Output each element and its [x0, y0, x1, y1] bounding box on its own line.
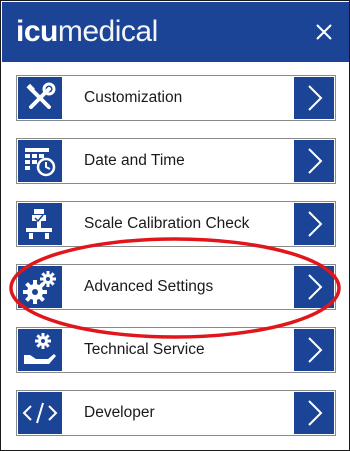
header-bar: icumedical	[2, 2, 349, 62]
menu-item-label: Date and Time	[84, 152, 185, 169]
chevron-right-icon[interactable]	[294, 266, 334, 308]
menu-item-developer[interactable]: Developer	[16, 390, 336, 436]
menu-item-technical-service[interactable]: Technical Service	[16, 327, 336, 373]
gears-icon	[18, 266, 62, 308]
chevron-right-icon[interactable]	[294, 77, 334, 119]
menu-item-advanced-settings[interactable]: Advanced Settings	[16, 264, 336, 310]
code-icon	[18, 392, 62, 434]
settings-panel: icumedical Customization Date and Time S…	[0, 0, 350, 451]
hand-gear-icon	[18, 329, 62, 371]
calendar-clock-icon	[18, 140, 62, 182]
menu-item-label: Scale Calibration Check	[84, 215, 250, 232]
chevron-right-icon[interactable]	[294, 392, 334, 434]
logo-light-text: medical	[57, 15, 158, 48]
menu-item-label: Customization	[84, 89, 183, 106]
menu-item-scale-calibration-check[interactable]: Scale Calibration Check	[16, 201, 336, 247]
menu-item-label: Technical Service	[84, 341, 205, 358]
menu-item-label: Developer	[84, 404, 155, 421]
wrench-screwdriver-icon	[18, 77, 62, 119]
chevron-right-icon[interactable]	[294, 140, 334, 182]
menu-item-label: Advanced Settings	[84, 278, 214, 295]
close-button[interactable]	[309, 15, 339, 49]
chevron-right-icon[interactable]	[294, 329, 334, 371]
close-icon	[316, 24, 332, 40]
menu-item-customization[interactable]: Customization	[16, 75, 336, 121]
scale-icon	[18, 203, 62, 245]
chevron-right-icon[interactable]	[294, 203, 334, 245]
menu-item-date-and-time[interactable]: Date and Time	[16, 138, 336, 184]
icu-medical-logo: icumedical	[16, 12, 158, 52]
logo-bold-text: icu	[16, 15, 58, 48]
